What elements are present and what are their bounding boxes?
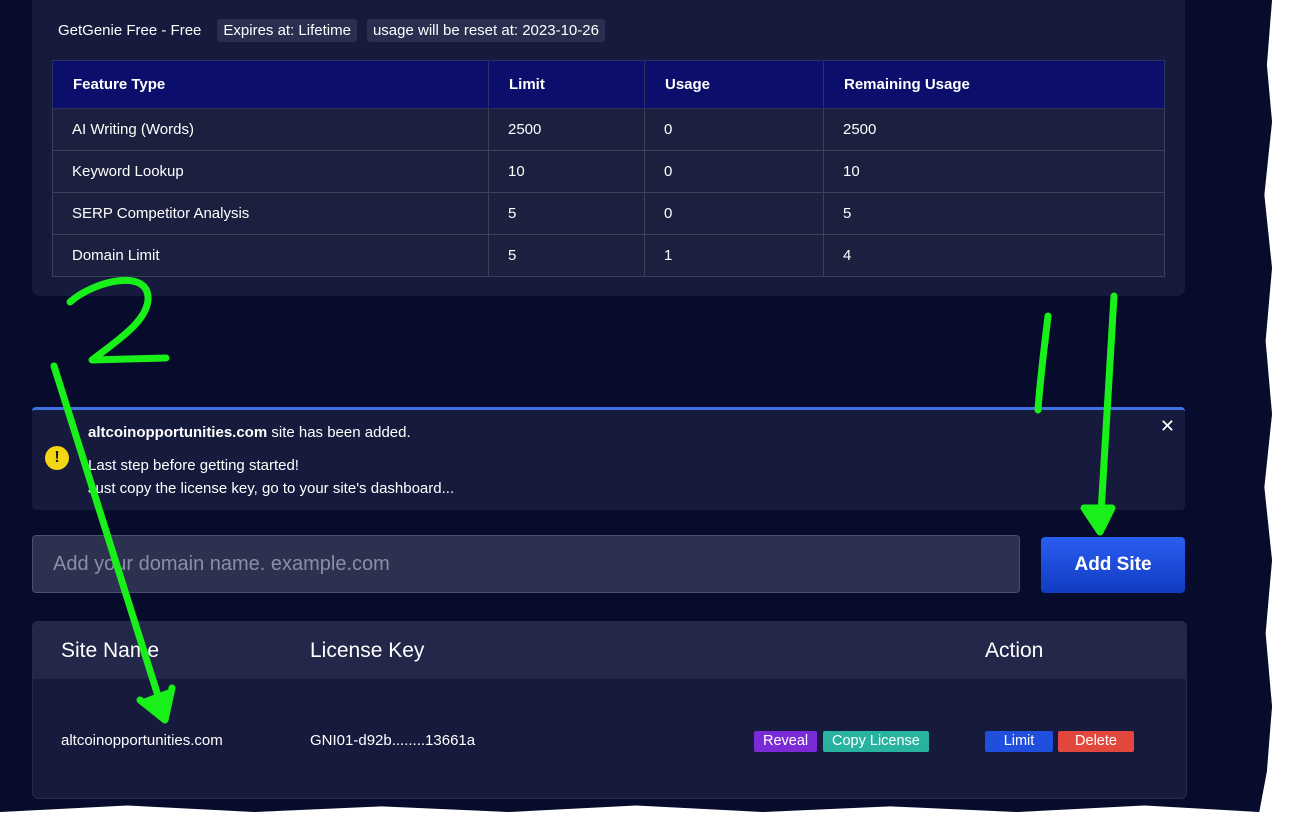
usage-cell: 0 <box>644 108 824 151</box>
remaining-cell: 2500 <box>823 108 1165 151</box>
delete-button[interactable]: Delete <box>1058 731 1134 752</box>
remaining-cell: 4 <box>823 234 1165 277</box>
site-added-notice: ! altcoinopportunities.com site has been… <box>32 407 1185 510</box>
notice-line-instructions: Just copy the license key, go to your si… <box>88 480 455 497</box>
usage-cell: 0 <box>644 192 824 235</box>
limit-button[interactable]: Limit <box>985 731 1053 752</box>
usage-cell: 0 <box>644 150 824 193</box>
header-usage: Usage <box>644 60 824 109</box>
usage-cell: 1 <box>644 234 824 277</box>
plan-meta: GetGenie Free - Free Expires at: Lifetim… <box>58 19 605 42</box>
header-site-name: Site Name <box>61 639 160 662</box>
license-key-cell: GNI01-d92b........13661a <box>310 732 476 749</box>
header-limit: Limit <box>488 60 645 109</box>
limit-cell: 5 <box>488 192 645 235</box>
remaining-cell: 5 <box>823 192 1165 235</box>
remaining-cell: 10 <box>823 150 1165 193</box>
screenshot-canvas: GetGenie Free - Free Expires at: Lifetim… <box>0 0 1272 812</box>
warning-icon: ! <box>45 446 69 470</box>
feature-cell: Domain Limit <box>52 234 489 277</box>
feature-cell: SERP Competitor Analysis <box>52 192 489 235</box>
table-row: AI Writing (Words) 2500 0 2500 <box>52 108 1165 151</box>
notice-added-text: site has been added. <box>267 424 411 441</box>
notice-site-name: altcoinopportunities.com <box>88 424 268 441</box>
plan-expiry-badge: Expires at: Lifetime <box>217 19 357 42</box>
site-name-cell: altcoinopportunities.com <box>61 732 223 749</box>
feature-cell: Keyword Lookup <box>52 150 489 193</box>
limit-cell: 5 <box>488 234 645 277</box>
feature-cell: AI Writing (Words) <box>52 108 489 151</box>
table-row: SERP Competitor Analysis 5 0 5 <box>52 192 1165 235</box>
close-icon[interactable]: ✕ <box>1160 416 1175 437</box>
domain-input[interactable] <box>32 535 1020 593</box>
header-feature-type: Feature Type <box>52 60 489 109</box>
header-action: Action <box>985 639 1044 662</box>
usage-table: Feature Type Limit Usage Remaining Usage… <box>52 60 1165 277</box>
limit-cell: 2500 <box>488 108 645 151</box>
limit-cell: 10 <box>488 150 645 193</box>
annotation-arrowhead-1 <box>1080 504 1116 536</box>
copy-license-button[interactable]: Copy License <box>823 731 929 752</box>
header-license-key: License Key <box>310 639 425 662</box>
table-row: Keyword Lookup 10 0 10 <box>52 150 1165 193</box>
reveal-button[interactable]: Reveal <box>754 731 818 752</box>
header-remaining-usage: Remaining Usage <box>823 60 1165 109</box>
plan-name: GetGenie Free - Free <box>58 22 202 39</box>
usage-reset-badge: usage will be reset at: 2023-10-26 <box>366 19 605 42</box>
notice-line-added: altcoinopportunities.com site has been a… <box>88 424 411 441</box>
add-site-button[interactable]: Add Site <box>1041 537 1185 593</box>
notice-line-next-step: Last step before getting started! <box>88 457 299 474</box>
table-row: Domain Limit 5 1 4 <box>52 234 1165 277</box>
annotation-step-1 <box>1034 312 1052 414</box>
sites-table: Site Name License Key Action altcoinoppo… <box>32 621 1187 799</box>
sites-table-header: Site Name License Key Action <box>33 622 1186 679</box>
usage-table-header-row: Feature Type Limit Usage Remaining Usage <box>52 60 1165 109</box>
